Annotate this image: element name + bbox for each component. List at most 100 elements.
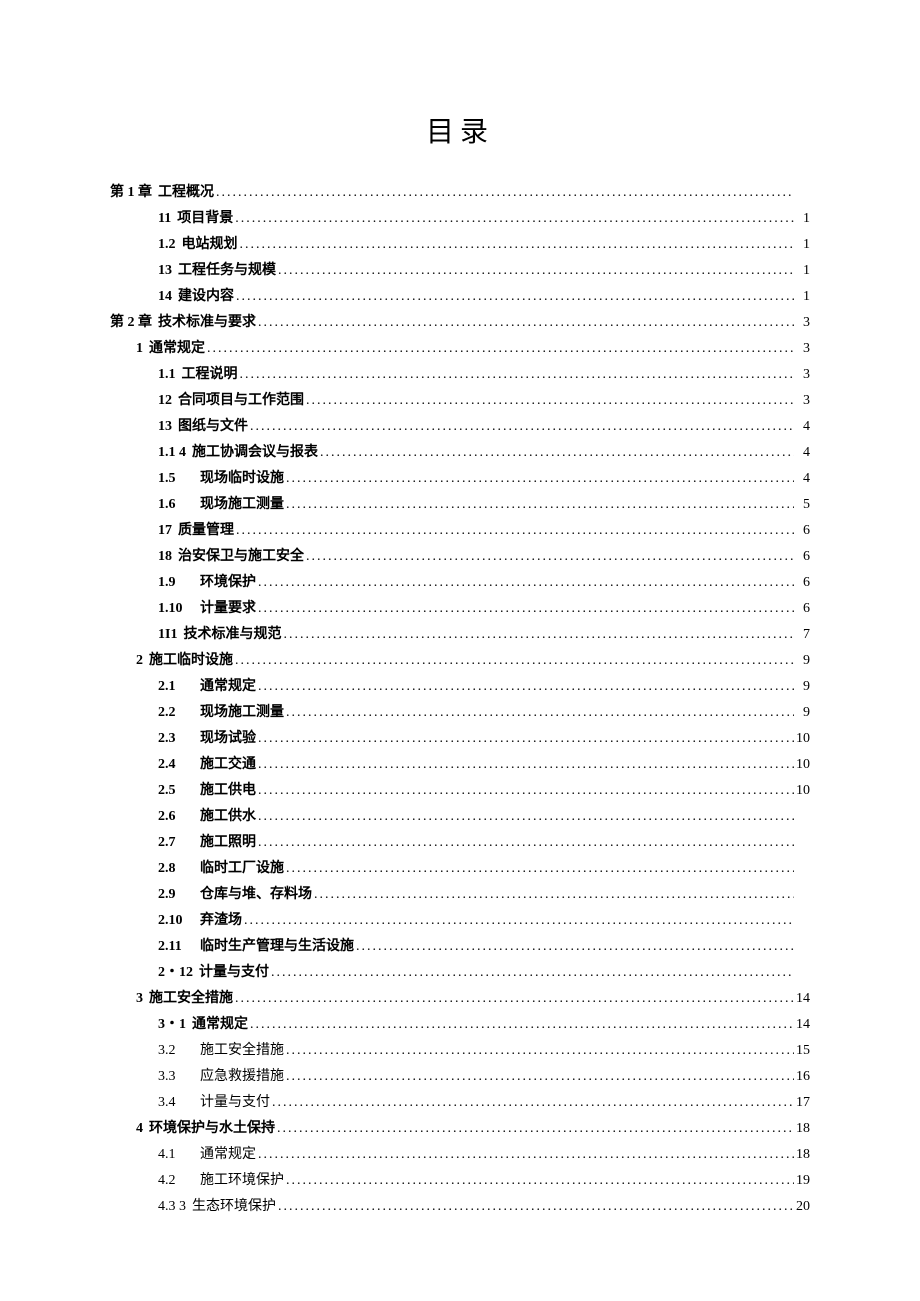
toc-entry-label: 技术标准与要求 xyxy=(158,310,256,336)
toc-leader-dots xyxy=(286,466,794,492)
toc-entry-label: 现场试验 xyxy=(200,726,256,752)
toc-entry: 2.2现场施工测量9 xyxy=(110,700,810,726)
toc-entry-page: 14 xyxy=(796,1012,810,1038)
toc-leader-dots xyxy=(271,960,794,986)
toc-entry-label: 工程说明 xyxy=(182,362,238,388)
toc-entry-page: 4 xyxy=(796,440,810,466)
toc-leader-dots xyxy=(207,336,794,362)
toc-entry-label: 图纸与文件 xyxy=(178,414,248,440)
toc-entry-number: 1.10 xyxy=(158,596,194,622)
toc-entry: 18治安保卫与施工安全6 xyxy=(110,544,810,570)
toc-entry: 12合同项目与工作范围3 xyxy=(110,388,810,414)
toc-entry-page: 9 xyxy=(796,700,810,726)
toc-entry-number: 17 xyxy=(158,518,172,544)
toc-leader-dots xyxy=(244,908,794,934)
toc-entry-number: 2.3 xyxy=(158,726,194,752)
toc-entry-label: 应急救援措施 xyxy=(200,1064,284,1090)
toc-entry-number: 2.4 xyxy=(158,752,194,778)
table-of-contents: 第 1 章工程概况11项目背景11.2电站规划113工程任务与规模114建设内容… xyxy=(110,180,810,1220)
toc-entry-page: 10 xyxy=(796,752,810,778)
toc-leader-dots xyxy=(235,648,794,674)
toc-leader-dots xyxy=(278,258,794,284)
toc-entry-page: 15 xyxy=(796,1038,810,1064)
toc-entry-label: 计量与支付 xyxy=(200,1090,270,1116)
toc-entry-number: 18 xyxy=(158,544,172,570)
toc-entry-page: 3 xyxy=(796,362,810,388)
toc-leader-dots xyxy=(320,440,794,466)
toc-leader-dots xyxy=(240,362,795,388)
toc-leader-dots xyxy=(258,804,794,830)
toc-entry: 13工程任务与规模1 xyxy=(110,258,810,284)
toc-leader-dots xyxy=(258,674,794,700)
toc-entry-label: 通常规定 xyxy=(149,336,205,362)
toc-entry-label: 现场施工测量 xyxy=(200,492,284,518)
toc-entry: 1.2电站规划1 xyxy=(110,232,810,258)
toc-entry-label: 临时工厂设施 xyxy=(200,856,284,882)
toc-entry: 2.5施工供电10 xyxy=(110,778,810,804)
toc-leader-dots xyxy=(235,206,794,232)
toc-entry-number: 3.2 xyxy=(158,1038,194,1064)
toc-entry-page: 5 xyxy=(796,492,810,518)
toc-entry-page: 6 xyxy=(796,544,810,570)
toc-entry: 3.3应急救援措施16 xyxy=(110,1064,810,1090)
toc-entry-label: 施工供水 xyxy=(200,804,256,830)
toc-entry-page: 7 xyxy=(796,622,810,648)
toc-entry-page: 10 xyxy=(796,778,810,804)
toc-leader-dots xyxy=(258,570,794,596)
toc-entry-number: 12 xyxy=(158,388,172,414)
toc-entry-number: 13 xyxy=(158,414,172,440)
toc-entry: 第 1 章工程概况 xyxy=(110,180,810,206)
toc-entry: 1I1技术标准与规范7 xyxy=(110,622,810,648)
toc-entry-label: 通常规定 xyxy=(200,674,256,700)
toc-leader-dots xyxy=(286,700,794,726)
toc-entry-page: 17 xyxy=(796,1090,810,1116)
toc-leader-dots xyxy=(258,778,794,804)
toc-entry-page: 3 xyxy=(796,310,810,336)
toc-entry-number: 2・12 xyxy=(158,960,193,986)
toc-entry-page: 18 xyxy=(796,1142,810,1168)
toc-entry-label: 施工环境保护 xyxy=(200,1168,284,1194)
toc-entry-number: 2.11 xyxy=(158,934,194,960)
toc-entry-number: 4.2 xyxy=(158,1168,194,1194)
toc-leader-dots xyxy=(236,518,794,544)
toc-entry: 3・1通常规定14 xyxy=(110,1012,810,1038)
toc-entry-label: 临时生产管理与生活设施 xyxy=(200,934,354,960)
toc-leader-dots xyxy=(258,310,794,336)
toc-leader-dots xyxy=(306,388,794,414)
toc-entry-page: 10 xyxy=(796,726,810,752)
toc-entry: 1.9环境保护6 xyxy=(110,570,810,596)
toc-leader-dots xyxy=(258,726,794,752)
toc-entry-number: 2.8 xyxy=(158,856,194,882)
toc-entry-label: 现场施工测量 xyxy=(200,700,284,726)
toc-leader-dots xyxy=(286,1064,794,1090)
toc-entry-number: 2.9 xyxy=(158,882,194,908)
toc-entry: 2.9仓库与堆、存料场 xyxy=(110,882,810,908)
toc-entry-label: 工程概况 xyxy=(158,180,214,206)
toc-entry-page: 14 xyxy=(796,986,810,1012)
toc-entry-number: 2 xyxy=(136,648,143,674)
toc-leader-dots xyxy=(258,752,794,778)
toc-entry: 2.6施工供水 xyxy=(110,804,810,830)
toc-leader-dots xyxy=(240,232,795,258)
toc-entry: 17质量管理6 xyxy=(110,518,810,544)
toc-leader-dots xyxy=(258,830,794,856)
toc-entry-number: 3.4 xyxy=(158,1090,194,1116)
toc-entry: 2施工临时设施9 xyxy=(110,648,810,674)
toc-leader-dots xyxy=(250,1012,794,1038)
toc-entry-number: 1 xyxy=(136,336,143,362)
toc-entry: 2.11临时生产管理与生活设施 xyxy=(110,934,810,960)
toc-entry-page: 19 xyxy=(796,1168,810,1194)
toc-entry-page: 6 xyxy=(796,596,810,622)
toc-entry-number: 第 2 章 xyxy=(110,310,152,336)
toc-leader-dots xyxy=(356,934,794,960)
toc-entry-number: 第 1 章 xyxy=(110,180,152,206)
toc-entry-label: 施工安全措施 xyxy=(149,986,233,1012)
toc-leader-dots xyxy=(286,492,794,518)
toc-entry-number: 3.3 xyxy=(158,1064,194,1090)
toc-entry-label: 施工照明 xyxy=(200,830,256,856)
toc-entry-page: 1 xyxy=(796,206,810,232)
toc-entry: 1.6现场施工测量5 xyxy=(110,492,810,518)
toc-entry-label: 生态环境保护 xyxy=(192,1194,276,1220)
toc-entry-label: 通常规定 xyxy=(200,1142,256,1168)
toc-leader-dots xyxy=(314,882,794,908)
